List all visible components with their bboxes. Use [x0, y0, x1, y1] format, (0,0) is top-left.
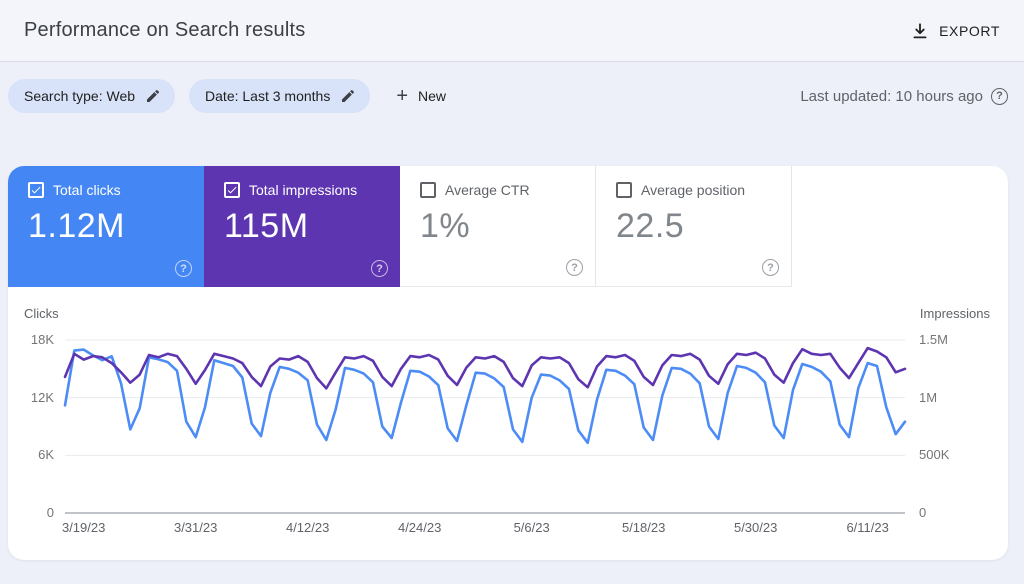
x-axis-tick: 3/19/23 [61, 520, 106, 535]
left-axis-tick: 6K [38, 447, 54, 463]
checkbox-checked-icon[interactable] [224, 182, 240, 198]
help-icon[interactable]: ? [175, 260, 192, 277]
right-axis-tick: 0 [919, 505, 927, 520]
export-label: EXPORT [939, 22, 1000, 39]
edit-pencil-icon [145, 88, 161, 104]
x-axis-tick: 6/11/23 [846, 520, 889, 535]
metric-value: 115M [224, 207, 309, 245]
help-icon[interactable]: ? [762, 259, 779, 276]
left-axis-tick: 18K [30, 332, 54, 347]
plus-icon: + [396, 85, 409, 107]
checkbox-unchecked-icon[interactable] [616, 182, 632, 198]
metric-cards-row: Total clicks 1.12M ? Total impressions 1… [8, 166, 1008, 287]
series-line-clicks [63, 348, 907, 445]
metric-card-average-ctr[interactable]: Average CTR 1% ? [400, 166, 596, 287]
right-axis-tick: 500K [919, 447, 950, 463]
left-axis-tick: 12K [30, 389, 54, 405]
edit-pencil-icon [340, 88, 356, 104]
date-filter-label: Date: Last 3 months [205, 88, 331, 104]
performance-panel: Total clicks 1.12M ? Total impressions 1… [8, 166, 1008, 560]
page-header: Performance on Search results EXPORT [0, 0, 1024, 62]
right-axis-tick: 1M [919, 389, 938, 405]
last-updated: Last updated: 10 hours ago ? [800, 87, 1008, 105]
performance-chart[interactable]: Clicks Impressions 18K 12K 6K 0 1.5M 1M 500K 0 3… [8, 287, 1008, 560]
new-filter-label: New [418, 88, 447, 104]
date-filter-chip[interactable]: Date: Last 3 months [189, 79, 371, 113]
metric-card-average-position[interactable]: Average position 22.5 ? [596, 166, 792, 287]
last-updated-text: Last updated: 10 hours ago [800, 87, 983, 105]
search-type-chip[interactable]: Search type: Web [8, 79, 176, 113]
x-axis-tick: 5/30/23 [733, 520, 778, 535]
new-filter-button[interactable]: + New [384, 79, 458, 113]
x-axis-tick: 5/6/23 [513, 520, 550, 535]
help-icon[interactable]: ? [371, 260, 388, 277]
export-button[interactable]: EXPORT [911, 22, 1000, 40]
checkbox-unchecked-icon[interactable] [420, 182, 436, 198]
x-axis-tick: 4/24/23 [397, 520, 442, 535]
series-line-impressions [63, 346, 907, 390]
metric-label: Average position [641, 182, 746, 198]
metric-value: 1.12M [28, 207, 125, 245]
right-axis-tick: 1.5M [919, 332, 948, 347]
download-icon [911, 22, 929, 40]
metric-card-total-clicks[interactable]: Total clicks 1.12M ? [8, 166, 204, 287]
x-axis-tick: 5/18/23 [621, 520, 666, 535]
x-axis-tick: 4/12/23 [285, 520, 330, 535]
metric-label: Total impressions [249, 182, 358, 198]
help-icon[interactable]: ? [566, 259, 583, 276]
metric-value: 22.5 [616, 207, 685, 245]
search-type-label: Search type: Web [24, 88, 136, 104]
metric-label: Total clicks [53, 182, 121, 198]
help-icon[interactable]: ? [991, 87, 1008, 105]
filter-bar: Search type: Web Date: Last 3 months + N… [0, 62, 1024, 130]
checkbox-checked-icon[interactable] [28, 182, 44, 198]
metric-label: Average CTR [445, 182, 530, 198]
metric-value: 1% [420, 207, 471, 245]
page-title: Performance on Search results [24, 19, 306, 41]
left-axis-tick: 0 [46, 505, 54, 520]
x-axis-tick: 3/31/23 [173, 520, 218, 535]
metric-card-total-impressions[interactable]: Total impressions 115M ? [204, 166, 400, 287]
